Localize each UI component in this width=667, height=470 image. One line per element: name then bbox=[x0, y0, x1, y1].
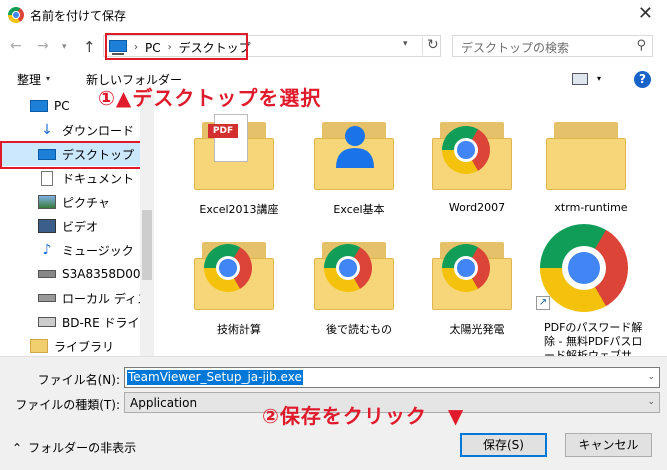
close-icon[interactable]: ✕ bbox=[638, 4, 653, 24]
shortcut-arrow-icon: ↗ bbox=[536, 296, 550, 310]
window-title: 名前を付けて保存 bbox=[30, 9, 127, 23]
file-item-engineering-calc[interactable]: 技術計算 bbox=[184, 214, 294, 336]
desktop-highlight-box bbox=[0, 141, 145, 169]
address-highlight-box bbox=[105, 33, 248, 60]
forward-arrow-icon[interactable]: → bbox=[37, 38, 49, 54]
navigation-pane: PC ↓ ダウンロード デスクトップ ドキュメント ピクチャ ビデオ ♪ ミュー… bbox=[0, 94, 150, 356]
file-item-xtrm-runtime[interactable]: xtrm-runtime bbox=[536, 94, 646, 214]
chevron-up-icon: ⌃ bbox=[12, 440, 23, 455]
sidebar-item-label: PC bbox=[54, 99, 70, 113]
annotation-step1: ①▲デスクトップを選択 bbox=[98, 86, 322, 110]
chevron-down-icon[interactable]: ▾ bbox=[597, 74, 601, 83]
sidebar-item-label: ローカル ディスク ( bbox=[62, 291, 150, 306]
file-item-solar-power[interactable]: 太陽光発電 bbox=[422, 214, 532, 336]
file-item-label: 太陽光発電 bbox=[449, 323, 505, 336]
sidebar-item-label: ダウンロード bbox=[62, 123, 135, 138]
folder-icon bbox=[546, 114, 626, 190]
filename-input[interactable]: TeamViewer_Setup_ja-jib.exe ⌄ bbox=[124, 367, 660, 388]
sidebar-scroll-thumb[interactable] bbox=[142, 210, 152, 280]
library-icon bbox=[30, 339, 48, 353]
file-list: PDF Excel2013講座 Excel基本 Word2007 xtrm-ru… bbox=[154, 94, 654, 356]
user-icon bbox=[336, 126, 374, 168]
sidebar-item-label: ピクチャ bbox=[62, 195, 110, 210]
music-icon: ♪ bbox=[42, 242, 52, 258]
pdf-icon bbox=[214, 114, 248, 162]
document-icon bbox=[41, 170, 53, 186]
file-item-label: 後で読むもの bbox=[326, 323, 392, 336]
chevron-down-icon[interactable]: ⌄ bbox=[647, 372, 655, 382]
hide-folders-label: フォルダーの非表示 bbox=[28, 441, 137, 455]
sidebar-item-pictures[interactable]: ピクチャ bbox=[38, 190, 150, 214]
sidebar-item-videos[interactable]: ビデオ bbox=[38, 214, 150, 238]
chrome-icon bbox=[324, 244, 372, 292]
search-placeholder: デスクトップの検索 bbox=[461, 41, 570, 55]
help-icon[interactable]: ? bbox=[634, 71, 651, 88]
save-button[interactable]: 保存(S) bbox=[460, 433, 547, 457]
chrome-icon bbox=[204, 244, 252, 292]
sidebar-item-downloads[interactable]: ↓ ダウンロード bbox=[38, 118, 150, 142]
file-item-label: xtrm-runtime bbox=[554, 201, 628, 214]
pdf-badge: PDF bbox=[208, 124, 238, 138]
pictures-icon bbox=[38, 195, 56, 209]
up-arrow-icon[interactable]: ↑ bbox=[83, 38, 96, 56]
video-icon bbox=[38, 219, 56, 233]
filetype-value: Application bbox=[130, 396, 198, 410]
organize-button[interactable]: 整理 bbox=[17, 71, 41, 88]
sidebar-item-documents[interactable]: ドキュメント bbox=[38, 166, 150, 190]
navigation-bar: ← → ▾ ↑ › PC › デスクトップ ▾ ↻ デスクトップの検索 ⚲ bbox=[0, 30, 667, 64]
recent-locations-dropdown-icon[interactable]: ▾ bbox=[62, 42, 67, 52]
chrome-icon bbox=[540, 224, 628, 312]
sidebar-item-bd-re[interactable]: BD-RE ドライブ ( bbox=[38, 310, 150, 334]
view-options-icon[interactable] bbox=[572, 73, 588, 85]
file-item-label: Word2007 bbox=[448, 201, 506, 214]
search-icon[interactable]: ⚲ bbox=[636, 38, 646, 53]
sidebar-item-label: ビデオ bbox=[62, 219, 99, 234]
pc-icon bbox=[30, 100, 48, 112]
address-dropdown-icon[interactable]: ▾ bbox=[403, 39, 408, 49]
chevron-down-icon[interactable]: ▾ bbox=[46, 74, 50, 83]
sidebar-item-label: S3A8358D003 ( bbox=[62, 267, 150, 281]
back-arrow-icon[interactable]: ← bbox=[10, 38, 22, 54]
drive-icon bbox=[38, 294, 56, 302]
filename-value: TeamViewer_Setup_ja-jib.exe bbox=[127, 370, 303, 385]
chrome-icon bbox=[442, 126, 490, 174]
optical-drive-icon bbox=[38, 317, 56, 327]
filename-label: ファイル名(N): bbox=[37, 373, 120, 387]
chrome-icon bbox=[442, 244, 490, 292]
chevron-down-icon[interactable]: ⌄ bbox=[647, 397, 655, 407]
annotation-step2: ②保存をクリック ▼ bbox=[262, 404, 465, 428]
hide-folders-toggle[interactable]: ⌃ フォルダーの非表示 bbox=[12, 439, 136, 456]
chrome-logo-icon bbox=[8, 7, 24, 23]
sidebar-item-label: ライブラリ bbox=[54, 339, 115, 354]
sidebar-item-label: ドキュメント bbox=[62, 171, 135, 186]
file-item-label: PDFのパスワード解除 - 無料PDFパスロード解析ウェブサ bbox=[544, 321, 643, 356]
sidebar-item-music[interactable]: ♪ ミュージック bbox=[38, 238, 150, 262]
download-icon: ↓ bbox=[41, 122, 53, 138]
title-bar: 名前を付けて保存 ✕ bbox=[0, 0, 667, 30]
file-item-pdf-password-shortcut[interactable]: ↗ PDFのパスワード解除 - 無料PDFパスロード解析ウェブサ bbox=[536, 214, 646, 356]
drive-icon bbox=[38, 270, 56, 278]
search-input[interactable]: デスクトップの検索 ⚲ bbox=[452, 35, 653, 57]
file-item-excel-basic[interactable]: Excel基本 bbox=[304, 94, 414, 216]
sidebar-item-label: BD-RE ドライブ ( bbox=[62, 315, 150, 330]
filetype-label: ファイルの種類(T): bbox=[15, 398, 120, 412]
cancel-button[interactable]: キャンセル bbox=[565, 433, 652, 457]
file-item-label: 技術計算 bbox=[217, 323, 261, 336]
sidebar-item-label: ミュージック bbox=[62, 243, 134, 258]
sidebar-item-local-disk[interactable]: ローカル ディスク ( bbox=[38, 286, 150, 310]
file-item-excel2013[interactable]: PDF Excel2013講座 bbox=[184, 94, 294, 216]
sidebar-item-libraries[interactable]: ライブラリ bbox=[30, 334, 150, 356]
file-item-read-later[interactable]: 後で読むもの bbox=[304, 214, 414, 336]
sidebar-item-drive-s3a[interactable]: S3A8358D003 ( bbox=[38, 262, 150, 286]
file-item-word2007[interactable]: Word2007 bbox=[422, 94, 532, 214]
refresh-icon[interactable]: ↻ bbox=[422, 37, 439, 55]
